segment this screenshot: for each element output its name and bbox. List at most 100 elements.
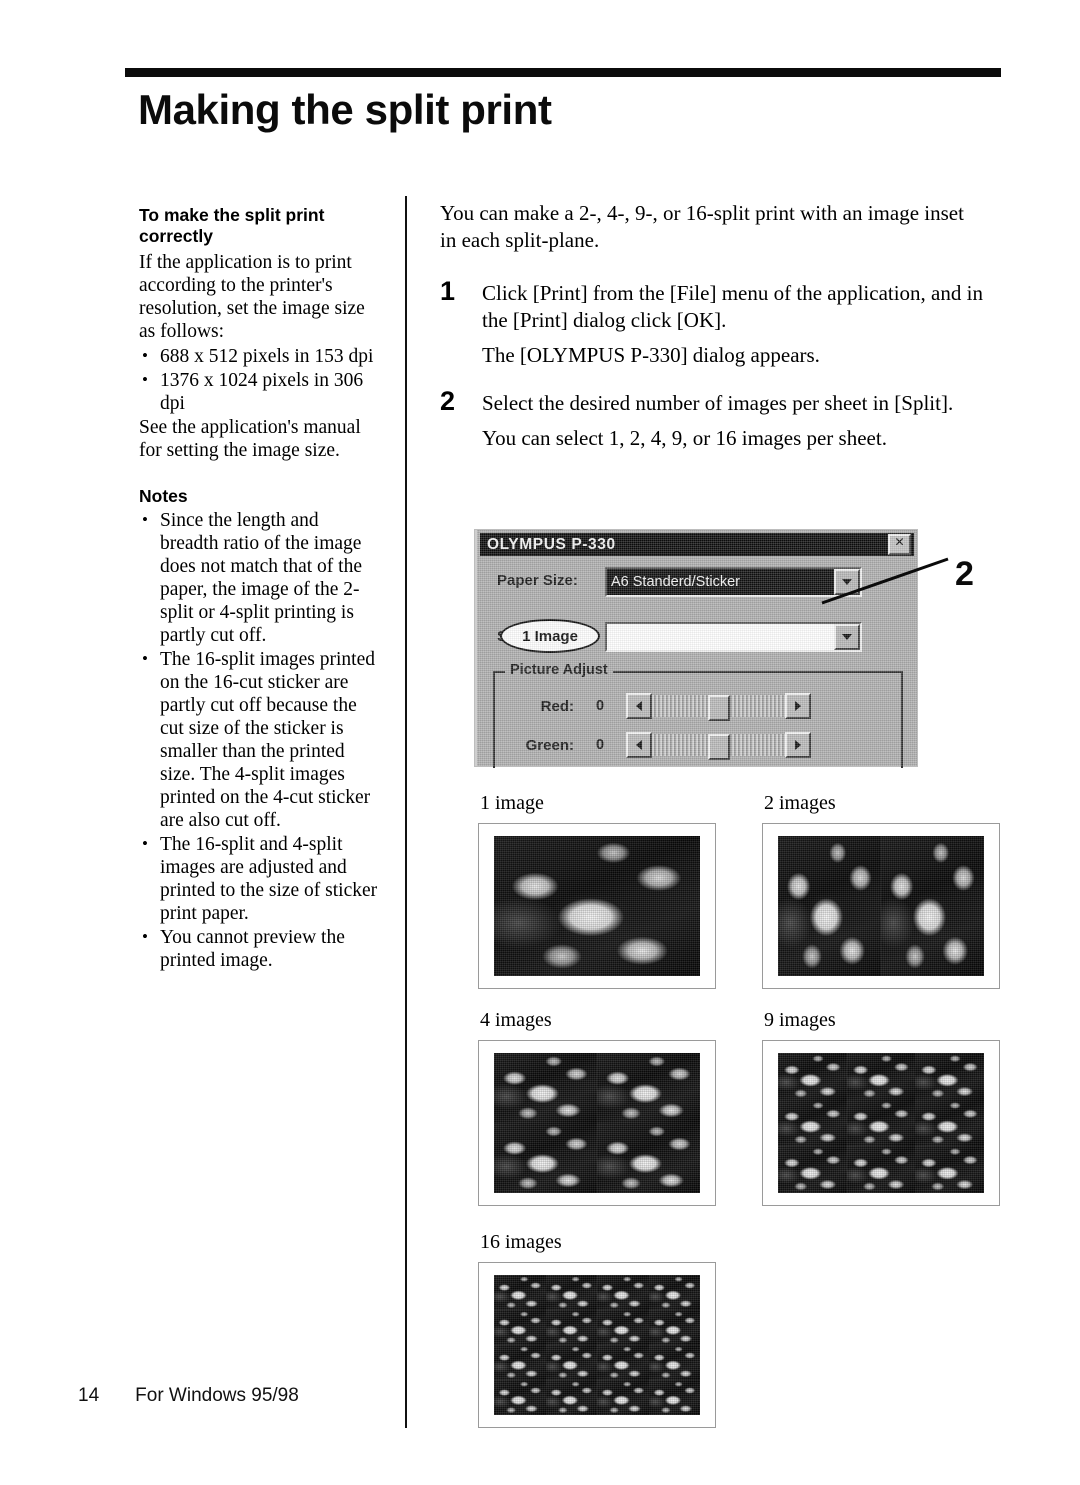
photo-tile: [545, 1275, 597, 1310]
arrow-left-icon[interactable]: [626, 693, 652, 719]
photo-tile: [648, 1310, 700, 1345]
photo-tile: [494, 1310, 546, 1345]
list-item: The 16-split and 4-split images are adju…: [139, 832, 379, 925]
photo-tile: [881, 836, 984, 976]
red-label: Red:: [540, 697, 574, 715]
arrow-right-icon[interactable]: [785, 693, 811, 719]
step-body: Click [Print] from the [File] menu of th…: [482, 281, 983, 332]
paper-size-value: A6 Standerd/Sticker: [607, 569, 834, 595]
paper-size-label: Paper Size:: [497, 572, 578, 589]
sample-photo: [778, 836, 984, 976]
photo-tile: [494, 1275, 546, 1310]
red-value: 0: [595, 698, 605, 714]
photo-tile: [915, 1146, 984, 1193]
photo-tile: [915, 1053, 984, 1100]
photo-tile: [545, 1345, 597, 1380]
sample-16-images: 16 images: [478, 1231, 716, 1428]
green-slider[interactable]: [626, 732, 811, 760]
photo-tile: [545, 1380, 597, 1415]
photo-tile: [648, 1275, 700, 1310]
sample-card: [478, 823, 716, 989]
sample-label: 9 images: [764, 1009, 836, 1031]
photo-tile: [778, 1053, 847, 1100]
step-body: Select the desired number of images per …: [482, 391, 954, 415]
step-1: 1 Click [Print] from the [File] menu of …: [440, 276, 985, 369]
paper-size-label-row: Paper Size:: [497, 572, 578, 589]
photo-tile: [597, 1345, 649, 1380]
photo-tile: [597, 1123, 700, 1193]
sample-label: 16 images: [480, 1231, 562, 1253]
callout-leader-line: [821, 557, 949, 605]
split-value-field: [607, 624, 834, 650]
photo-tile: [545, 1310, 597, 1345]
manual-page: Making the split print To make the split…: [0, 0, 1080, 1485]
green-adjust-row: Green: 0: [500, 732, 811, 760]
photo-tile: [597, 1275, 649, 1310]
sample-9-images: 9 images: [762, 1009, 1000, 1206]
red-slider[interactable]: [626, 693, 811, 721]
photo-tile: [494, 836, 700, 976]
header-rule: [125, 68, 1001, 77]
green-value: 0: [595, 737, 605, 753]
photo-tile: [846, 1099, 916, 1147]
slider-track[interactable]: [652, 695, 785, 721]
column-divider: [405, 196, 407, 1428]
photo-tile: [778, 836, 881, 976]
list-item: The 16-split images printed on the 16-cu…: [139, 647, 379, 832]
sample-card: [762, 823, 1000, 989]
photo-tile: [597, 1380, 649, 1415]
page-footer: 14 For Windows 95/98: [78, 1385, 299, 1407]
sample-card: [762, 1040, 1000, 1206]
sample-photo: [494, 836, 700, 976]
sample-4-images: 4 images: [478, 1009, 716, 1206]
sample-photo: [494, 1053, 700, 1193]
green-label: Green:: [525, 736, 574, 754]
step-number: 1: [440, 276, 456, 306]
list-item: 688 x 512 pixels in 153 dpi: [139, 344, 379, 368]
sample-1-image: 1 image: [478, 792, 716, 989]
photo-tile: [494, 1053, 597, 1123]
left-column: To make the split print correctly If the…: [139, 205, 379, 973]
photo-tile: [915, 1099, 984, 1147]
sample-label: 2 images: [764, 792, 836, 814]
photo-tile: [648, 1345, 700, 1380]
photo-tile: [494, 1345, 546, 1380]
photo-tile: [494, 1380, 546, 1415]
right-intro-paragraph: You can make a 2-, 4-, 9-, or 16-split p…: [440, 201, 964, 252]
left-intro-paragraph: If the application is to print according…: [139, 252, 365, 342]
photo-tile: [846, 1053, 916, 1100]
photo-tile: [494, 1123, 597, 1193]
red-adjust-row: Red: 0: [500, 693, 811, 721]
page-title: Making the split print: [138, 86, 552, 133]
callout-number-2: 2: [955, 555, 974, 593]
notes-heading: Notes: [139, 486, 188, 506]
arrow-right-icon[interactable]: [785, 732, 811, 758]
sample-2-images: 2 images: [762, 792, 1000, 989]
photo-tile: [597, 1310, 649, 1345]
notes-list: Since the length and breadth ratio of th…: [139, 508, 379, 972]
chevron-down-icon[interactable]: [834, 624, 860, 650]
footer-platform: For Windows 95/98: [135, 1385, 299, 1406]
photo-tile: [778, 1099, 847, 1147]
sample-photo: [778, 1053, 984, 1193]
resolution-bullet-list: 688 x 512 pixels in 153 dpi 1376 x 1024 …: [139, 344, 379, 415]
slider-track[interactable]: [652, 734, 785, 760]
photo-tile: [597, 1053, 700, 1123]
left-closing-paragraph: See the application's manual for setting…: [139, 417, 361, 461]
picture-adjust-label: Picture Adjust: [505, 662, 613, 678]
dialog-title: OLYMPUS P-330: [487, 535, 616, 553]
split-combobox[interactable]: [605, 622, 862, 652]
section-heading: To make the split print correctly: [139, 205, 325, 246]
arrow-left-icon[interactable]: [626, 732, 652, 758]
step-result: The [OLYMPUS P-330] dialog appears.: [482, 343, 820, 367]
slider-thumb[interactable]: [707, 695, 730, 721]
photo-tile: [846, 1146, 916, 1193]
sample-label: 4 images: [480, 1009, 552, 1031]
photo-tile: [648, 1380, 700, 1415]
split-value-highlight: 1 Image: [500, 619, 600, 653]
list-item: 1376 x 1024 pixels in 306 dpi: [139, 368, 379, 415]
slider-thumb[interactable]: [707, 734, 730, 760]
sample-card: [478, 1262, 716, 1428]
photo-tile: [778, 1146, 847, 1193]
list-item: You cannot preview the printed image.: [139, 925, 379, 972]
